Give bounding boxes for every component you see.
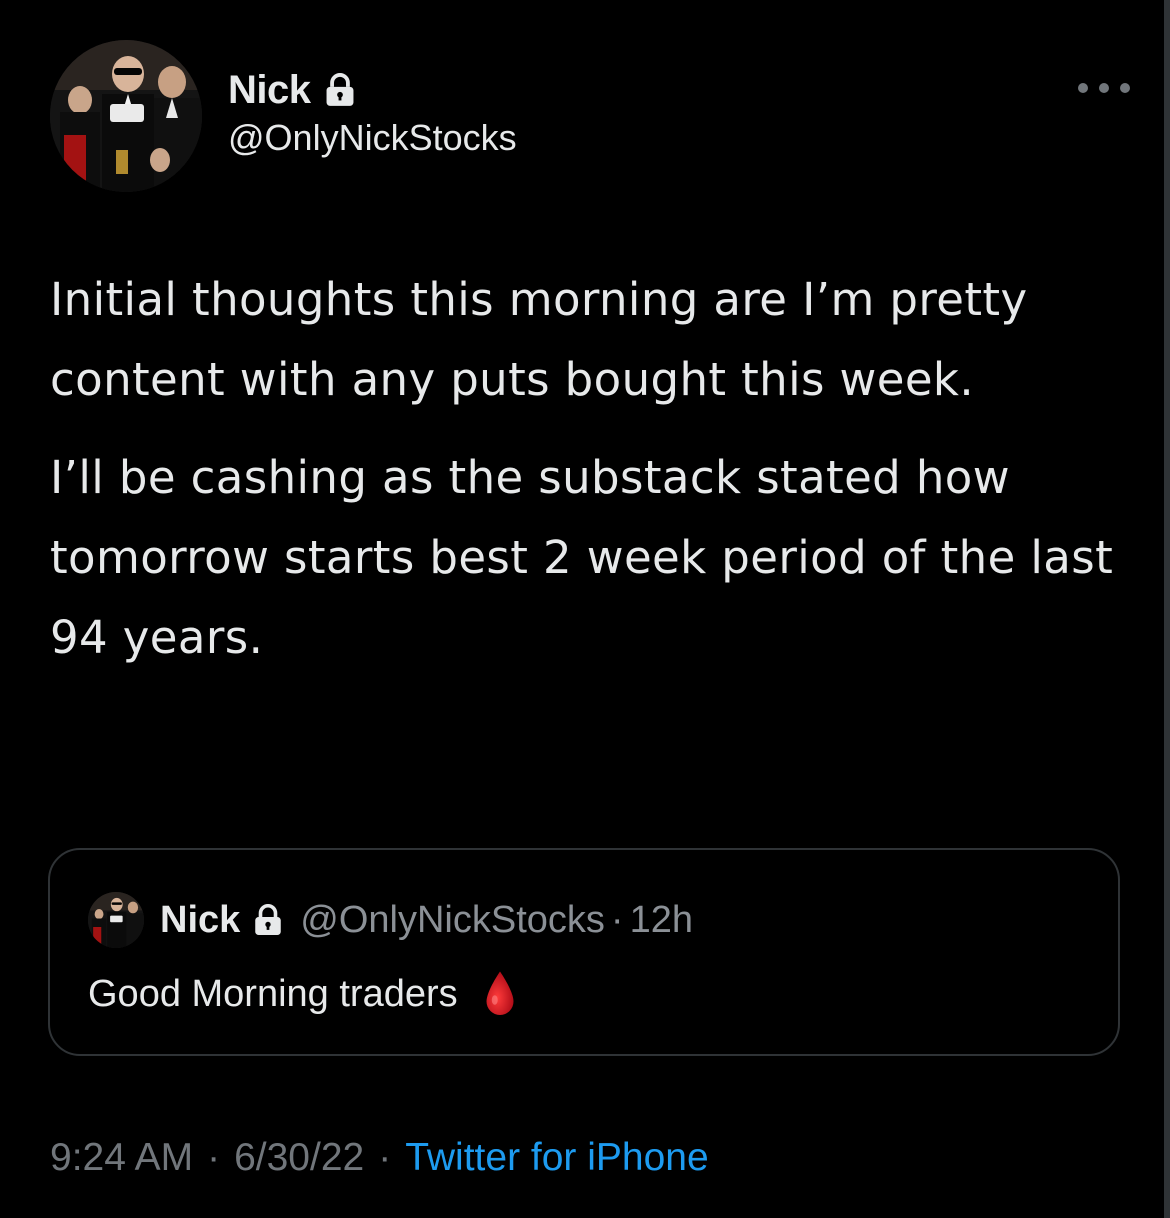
- handle[interactable]: @OnlyNickStocks: [228, 114, 517, 162]
- quoted-display-name: Nick: [160, 898, 241, 941]
- tweet-paragraph: Initial thoughts this morning are I’m pr…: [50, 273, 1028, 406]
- more-horizontal-icon[interactable]: [1078, 70, 1130, 106]
- lock-icon: [255, 904, 282, 935]
- tweet-meta: 9:24 AM · 6/30/22 · Twitter for iPhone: [50, 1130, 709, 1186]
- quoted-tweet-text: Good Morning traders: [88, 966, 518, 1022]
- tweet-header: Nick @OnlyNickStocks: [50, 40, 1130, 192]
- tweet-date[interactable]: 6/30/22: [234, 1136, 364, 1180]
- display-name[interactable]: Nick: [228, 68, 311, 113]
- meta-separator: ·: [207, 1136, 221, 1179]
- tweet-text: Initial thoughts this morning are I’m pr…: [50, 260, 1120, 678]
- quoted-separator: ·: [610, 898, 624, 941]
- avatar-photo: [88, 892, 144, 948]
- display-name-row: Nick: [228, 66, 359, 114]
- avatar[interactable]: [50, 40, 202, 192]
- lock-icon: [326, 73, 353, 106]
- quoted-handle: @OnlyNickStocks: [300, 898, 605, 941]
- meta-separator: ·: [378, 1136, 392, 1179]
- tweet-paragraph: I’ll be cashing as the substack stated h…: [50, 451, 1114, 664]
- scrollbar[interactable]: [1164, 0, 1170, 1218]
- quoted-avatar: [88, 892, 144, 948]
- quoted-tweet-card[interactable]: Nick @OnlyNickStocks · 12h Good Morning …: [48, 848, 1120, 1056]
- quoted-tweet-header: Nick @OnlyNickStocks · 12h: [88, 892, 693, 948]
- quoted-timestamp: 12h: [629, 898, 693, 941]
- more-dot: [1078, 83, 1088, 93]
- tweet-source-link[interactable]: Twitter for iPhone: [405, 1136, 708, 1180]
- drop-of-blood-icon: [486, 971, 514, 1015]
- more-dot: [1099, 83, 1109, 93]
- more-dot: [1120, 83, 1130, 93]
- avatar-photo: [50, 40, 202, 192]
- tweet-time[interactable]: 9:24 AM: [50, 1136, 193, 1180]
- quoted-text: Good Morning traders: [88, 972, 458, 1015]
